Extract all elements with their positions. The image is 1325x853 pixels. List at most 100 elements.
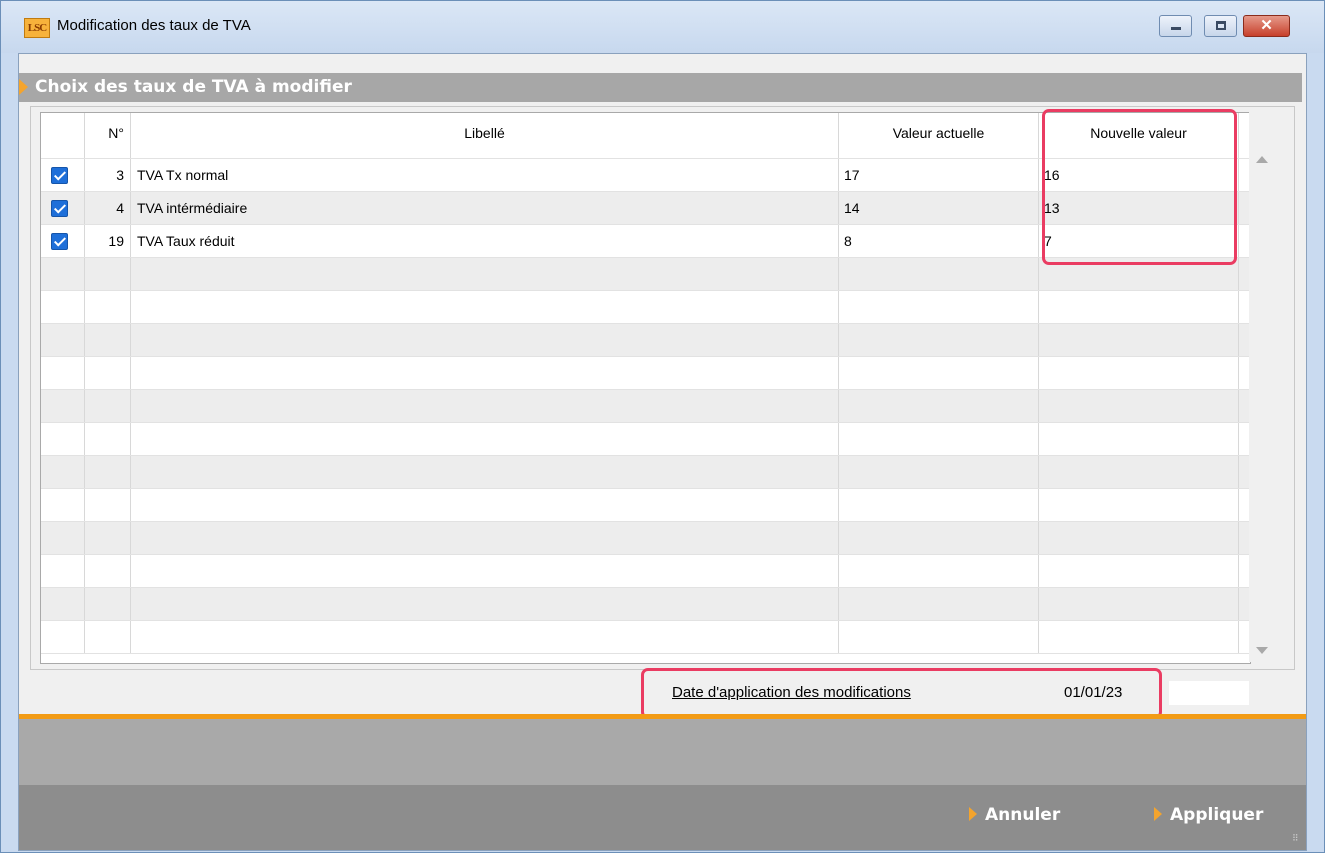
row-select-cell[interactable]	[41, 159, 85, 191]
dialog-content: Choix des taux de TVA à modifier N° Libe…	[18, 53, 1307, 851]
num-cell: 3	[85, 159, 131, 191]
valeur-actuelle-cell	[839, 423, 1039, 455]
row-checkbox[interactable]	[51, 167, 68, 184]
table-scrollbar[interactable]	[1249, 112, 1274, 662]
row-select-cell[interactable]	[41, 192, 85, 224]
close-button[interactable]: ✕	[1243, 15, 1290, 37]
valeur-actuelle-cell	[839, 555, 1039, 587]
table-row[interactable]	[41, 456, 1250, 489]
table-row[interactable]	[41, 621, 1250, 654]
row-select-cell[interactable]	[41, 324, 85, 356]
valeur-actuelle-cell	[839, 390, 1039, 422]
num-cell	[85, 423, 131, 455]
row-select-cell[interactable]	[41, 291, 85, 323]
valeur-actuelle-cell	[839, 456, 1039, 488]
scroll-up-icon[interactable]	[1256, 156, 1268, 163]
table-row[interactable]	[41, 357, 1250, 390]
nouvelle-valeur-cell[interactable]	[1039, 390, 1239, 422]
row-select-cell[interactable]	[41, 588, 85, 620]
highlight-date-field	[641, 668, 1162, 719]
row-select-cell[interactable]	[41, 225, 85, 257]
valeur-actuelle-cell	[839, 258, 1039, 290]
libelle-cell	[131, 390, 839, 422]
valeur-actuelle-cell: 14	[839, 192, 1039, 224]
chevron-right-icon	[1154, 807, 1162, 821]
row-select-cell[interactable]	[41, 357, 85, 389]
table-row[interactable]	[41, 324, 1250, 357]
table-row[interactable]	[41, 522, 1250, 555]
num-cell	[85, 390, 131, 422]
nouvelle-valeur-cell[interactable]	[1039, 522, 1239, 554]
cancel-button[interactable]: Annuler	[969, 805, 1060, 825]
row-select-cell[interactable]	[41, 621, 85, 653]
nouvelle-valeur-cell[interactable]	[1039, 423, 1239, 455]
valeur-actuelle-cell	[839, 621, 1039, 653]
footer-bar: Annuler Appliquer ⠿	[19, 785, 1306, 850]
libelle-cell	[131, 555, 839, 587]
libelle-cell	[131, 522, 839, 554]
maximize-button[interactable]	[1204, 15, 1237, 37]
num-cell	[85, 489, 131, 521]
header-valeur-actuelle[interactable]: Valeur actuelle	[839, 113, 1039, 158]
row-select-cell[interactable]	[41, 489, 85, 521]
section-title: Choix des taux de TVA à modifier	[35, 77, 352, 97]
toolbar-band	[19, 719, 1306, 785]
table-row[interactable]	[41, 588, 1250, 621]
num-cell	[85, 588, 131, 620]
table-row[interactable]	[41, 291, 1250, 324]
row-select-cell[interactable]	[41, 258, 85, 290]
title-bar[interactable]: LSC Modification des taux de TVA ✕	[1, 1, 1324, 53]
row-checkbox[interactable]	[51, 200, 68, 217]
num-cell: 4	[85, 192, 131, 224]
section-header: Choix des taux de TVA à modifier	[19, 73, 1302, 102]
table-row[interactable]	[41, 555, 1250, 588]
row-select-cell[interactable]	[41, 423, 85, 455]
resize-grip-icon[interactable]: ⠿	[1292, 834, 1304, 847]
row-select-cell[interactable]	[41, 456, 85, 488]
num-cell	[85, 522, 131, 554]
libelle-cell	[131, 357, 839, 389]
libelle-cell: TVA intérmédiaire	[131, 192, 839, 224]
chevron-right-icon	[19, 79, 28, 95]
valeur-actuelle-cell: 8	[839, 225, 1039, 257]
libelle-cell	[131, 258, 839, 290]
date-extra-field[interactable]	[1169, 681, 1249, 705]
nouvelle-valeur-cell[interactable]	[1039, 588, 1239, 620]
libelle-cell	[131, 324, 839, 356]
num-cell	[85, 456, 131, 488]
nouvelle-valeur-cell[interactable]	[1039, 489, 1239, 521]
valeur-actuelle-cell	[839, 291, 1039, 323]
table-row[interactable]	[41, 489, 1250, 522]
libelle-cell	[131, 423, 839, 455]
dialog-window: LSC Modification des taux de TVA ✕ Choix…	[0, 0, 1325, 853]
num-cell	[85, 324, 131, 356]
valeur-actuelle-cell	[839, 489, 1039, 521]
scroll-down-icon[interactable]	[1256, 647, 1268, 654]
chevron-right-icon	[969, 807, 977, 821]
table-row[interactable]	[41, 390, 1250, 423]
nouvelle-valeur-cell[interactable]	[1039, 621, 1239, 653]
valeur-actuelle-cell	[839, 588, 1039, 620]
libelle-cell	[131, 291, 839, 323]
row-select-cell[interactable]	[41, 555, 85, 587]
row-select-cell[interactable]	[41, 390, 85, 422]
num-cell	[85, 621, 131, 653]
minimize-button[interactable]	[1159, 15, 1192, 37]
header-num[interactable]: N°	[85, 113, 131, 158]
header-libelle[interactable]: Libellé	[131, 113, 839, 158]
libelle-cell	[131, 588, 839, 620]
nouvelle-valeur-cell[interactable]	[1039, 291, 1239, 323]
valeur-actuelle-cell	[839, 357, 1039, 389]
num-cell	[85, 291, 131, 323]
nouvelle-valeur-cell[interactable]	[1039, 357, 1239, 389]
table-row[interactable]	[41, 423, 1250, 456]
row-checkbox[interactable]	[51, 233, 68, 250]
nouvelle-valeur-cell[interactable]	[1039, 324, 1239, 356]
row-select-cell[interactable]	[41, 522, 85, 554]
header-select	[41, 113, 85, 158]
valeur-actuelle-cell	[839, 522, 1039, 554]
nouvelle-valeur-cell[interactable]	[1039, 456, 1239, 488]
apply-button[interactable]: Appliquer	[1154, 805, 1263, 825]
nouvelle-valeur-cell[interactable]	[1039, 555, 1239, 587]
close-icon: ✕	[1260, 17, 1273, 34]
